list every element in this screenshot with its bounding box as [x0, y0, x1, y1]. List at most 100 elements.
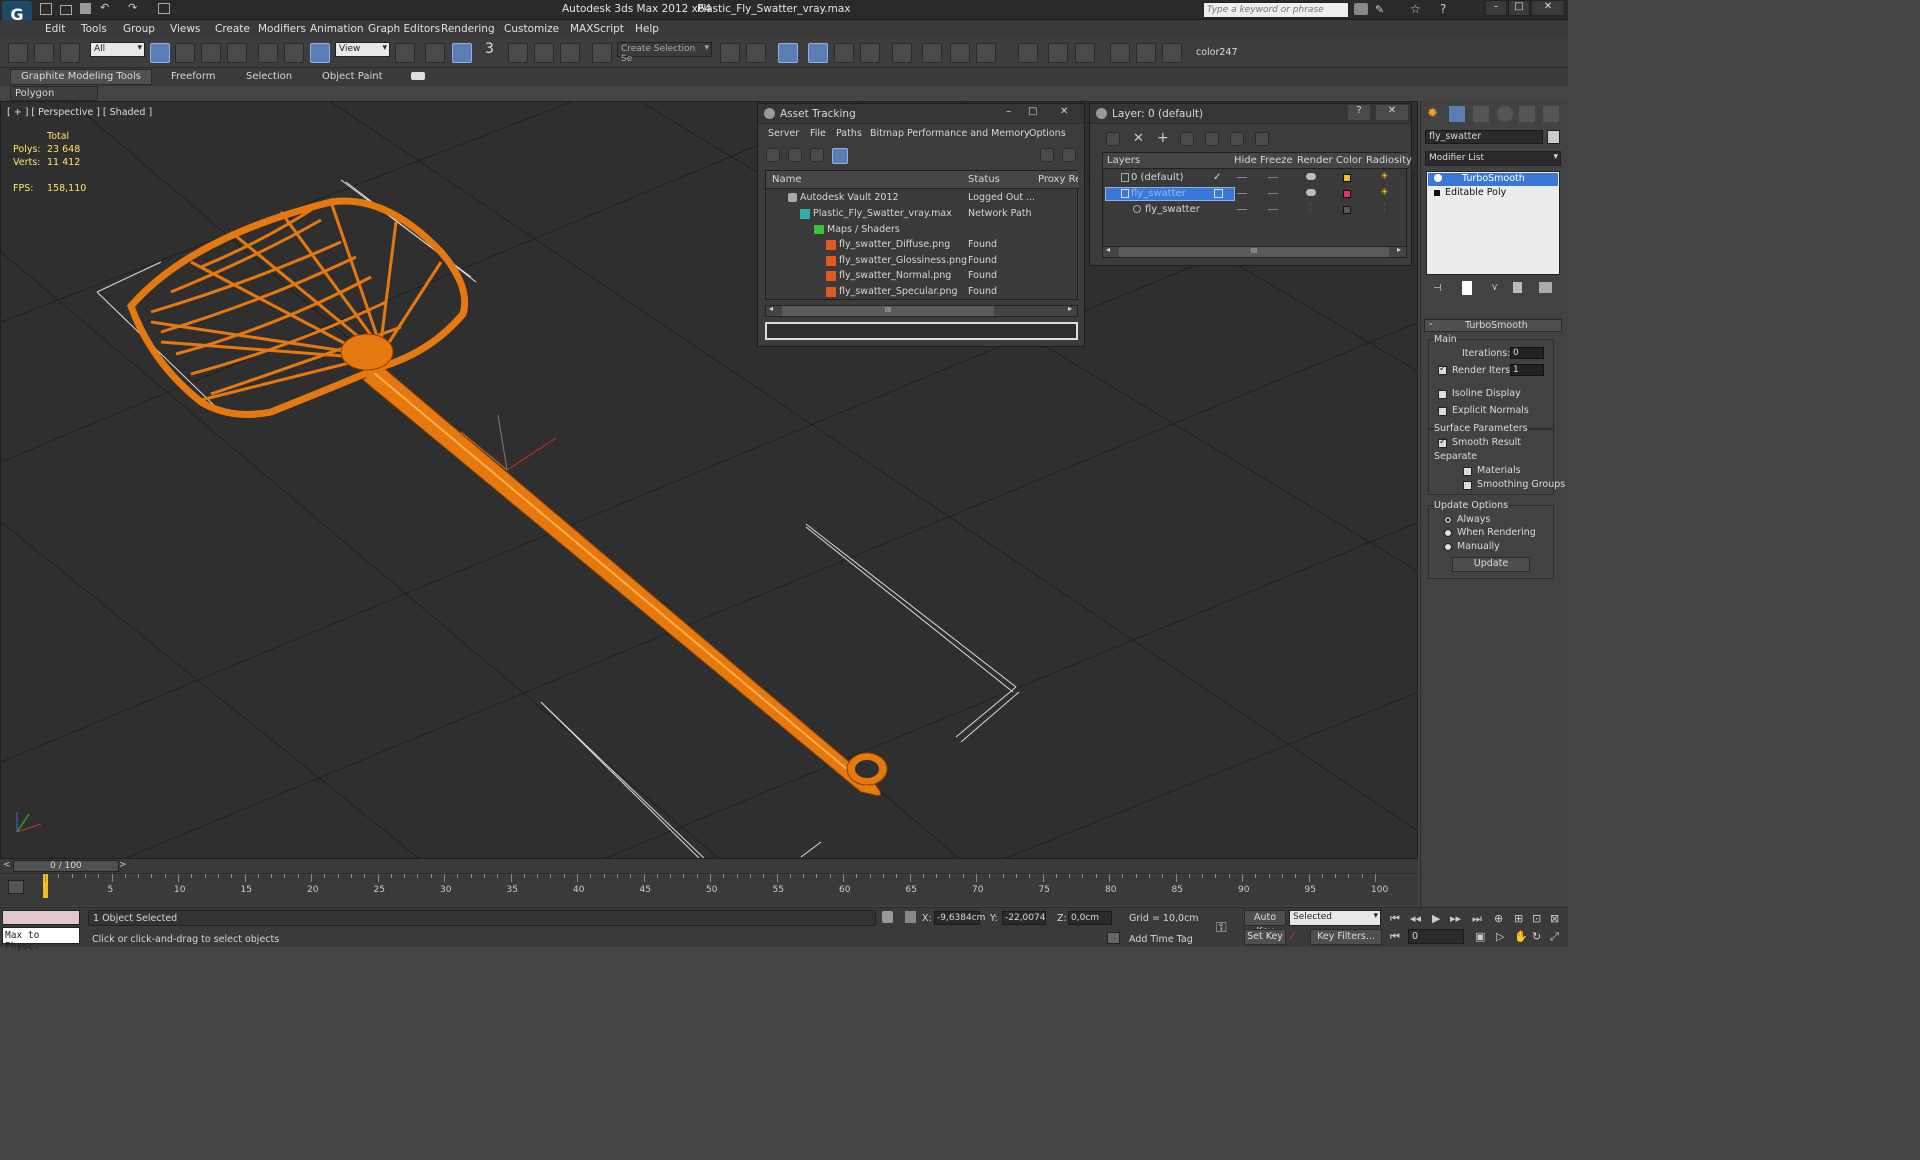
- display-tab-icon[interactable]: [1519, 106, 1535, 122]
- table-row[interactable]: Maps / Shaders: [766, 223, 1079, 239]
- auto-key-button[interactable]: Auto Key: [1244, 910, 1286, 937]
- iterations-spinner[interactable]: 0: [1510, 347, 1544, 359]
- scroll-thumb[interactable]: III: [1119, 247, 1389, 257]
- object-color-swatch[interactable]: [1547, 130, 1560, 144]
- undo-icon[interactable]: ↶: [100, 1, 109, 14]
- graphite-toggle-icon[interactable]: [808, 43, 828, 63]
- table-row[interactable]: Autodesk Vault 2012 Logged Out ...: [766, 191, 1079, 207]
- rectangular-selection-icon[interactable]: [201, 43, 221, 63]
- new-file-icon[interactable]: [40, 3, 52, 15]
- window-crossing-icon[interactable]: [227, 43, 247, 63]
- col-hide[interactable]: Hide: [1234, 155, 1257, 166]
- add-time-tag[interactable]: Add Time Tag: [1129, 934, 1193, 945]
- make-unique-icon[interactable]: ⋎: [1491, 282, 1498, 293]
- rollout-collapse-icon[interactable]: -: [1429, 319, 1433, 330]
- orbit-icon[interactable]: ↻: [1532, 930, 1546, 943]
- select-manipulate-icon[interactable]: [425, 43, 445, 63]
- next-frame-icon[interactable]: >: [119, 860, 127, 870]
- bind-space-warp-icon[interactable]: [60, 43, 80, 63]
- snap-toggle-icon[interactable]: 3: [485, 41, 494, 57]
- layer-color-swatch[interactable]: [1343, 206, 1351, 214]
- rendered-frame-icon[interactable]: [950, 43, 970, 63]
- when-rendering-radio[interactable]: [1444, 529, 1452, 537]
- asset-settings-icon[interactable]: [1062, 148, 1076, 162]
- layer-row[interactable]: fly_swatter ⁚ ⁚: [1103, 203, 1408, 218]
- time-slider-thumb[interactable]: 0 / 100: [13, 860, 119, 872]
- pin-stack-icon[interactable]: ⊣: [1433, 283, 1442, 294]
- menu-tools[interactable]: Tools: [81, 23, 107, 35]
- asset-tracking-titlebar[interactable]: Asset Tracking – □ ✕: [758, 104, 1084, 124]
- freeze-toggle[interactable]: [1268, 193, 1278, 194]
- asset-minimize-icon[interactable]: –: [1006, 106, 1011, 117]
- mini-curve-editor-icon[interactable]: [8, 880, 24, 894]
- zoom-extents-icon[interactable]: ⊡: [1532, 912, 1546, 925]
- layer-row[interactable]: fly_swatter ☀: [1103, 187, 1408, 202]
- field-of-view-icon[interactable]: ▷: [1496, 930, 1510, 943]
- asset-menu-paths[interactable]: Paths: [836, 128, 862, 139]
- layer-manager-icon[interactable]: [778, 43, 798, 63]
- help-icon[interactable]: ?: [1440, 2, 1446, 16]
- lock-selection-icon[interactable]: [882, 911, 893, 923]
- scroll-right-icon[interactable]: ▸: [1068, 304, 1072, 313]
- radiosity-icon[interactable]: ☀: [1380, 187, 1389, 198]
- zoom-all-icon[interactable]: ⊞: [1514, 912, 1528, 925]
- update-button[interactable]: Update: [1452, 557, 1530, 572]
- delete-layer-icon[interactable]: ✕: [1133, 131, 1144, 146]
- ribbon-options-icon[interactable]: [411, 72, 425, 80]
- menu-animation[interactable]: Animation: [310, 23, 364, 35]
- list-view-icon[interactable]: [788, 148, 802, 162]
- scroll-right-icon[interactable]: ▸: [1397, 245, 1401, 254]
- keyframe-back-icon[interactable]: [1110, 43, 1130, 63]
- link-icon[interactable]: [8, 43, 28, 63]
- schematic-view-icon[interactable]: [860, 43, 880, 63]
- col-freeze[interactable]: Freeze: [1260, 155, 1293, 166]
- render-teapot-icon[interactable]: [1306, 173, 1316, 180]
- save-file-icon[interactable]: [80, 3, 91, 14]
- smooth-result-checkbox[interactable]: [1438, 437, 1447, 448]
- layer-color-swatch[interactable]: [1343, 190, 1351, 198]
- manually-radio[interactable]: [1444, 543, 1452, 551]
- close-icon[interactable]: ✕: [1531, 0, 1565, 16]
- radiosity-dots-icon[interactable]: ⁚: [1383, 203, 1386, 212]
- mirror-icon[interactable]: [720, 43, 740, 63]
- current-layer-check-icon[interactable]: ✓: [1213, 172, 1221, 183]
- menu-help[interactable]: Help: [635, 23, 659, 35]
- layer-horizontal-scrollbar[interactable]: ◂ III ▸: [1102, 245, 1407, 258]
- explicit-normals-checkbox[interactable]: [1438, 407, 1447, 416]
- percent-snap-icon[interactable]: [534, 43, 554, 63]
- collapse-icon[interactable]: [1434, 190, 1440, 196]
- hide-toggle[interactable]: [1237, 177, 1247, 178]
- maxscript-mini-listener[interactable]: Max to Physc.: [2, 927, 80, 952]
- scene-states-icon[interactable]: [1018, 43, 1038, 63]
- rollout-header[interactable]: - TurboSmooth: [1424, 319, 1562, 332]
- bulb-icon[interactable]: [1434, 174, 1442, 182]
- physx-icon[interactable]: [1048, 43, 1068, 63]
- absolute-mode-icon[interactable]: [905, 911, 916, 923]
- radiosity-icon[interactable]: ☀: [1380, 171, 1389, 182]
- motion-tab-icon[interactable]: [1497, 106, 1513, 122]
- next-key-icon[interactable]: ▸▸: [1450, 912, 1464, 925]
- configure-sets-icon[interactable]: [1539, 282, 1552, 293]
- layer-help-icon[interactable]: ?: [1348, 105, 1370, 120]
- keyframe-play-icon[interactable]: [1136, 43, 1156, 63]
- asset-maximize-icon[interactable]: □: [1028, 106, 1037, 117]
- menu-modifiers[interactable]: Modifiers: [258, 23, 306, 35]
- current-frame-field[interactable]: 0: [1408, 929, 1464, 944]
- previous-key-icon[interactable]: ◂◂: [1410, 912, 1424, 925]
- col-proxy[interactable]: Proxy Res: [1038, 174, 1078, 185]
- menu-create[interactable]: Create: [215, 23, 250, 35]
- help-search-input[interactable]: [1203, 2, 1349, 18]
- create-layer-icon[interactable]: [1106, 132, 1120, 146]
- create-tab-icon[interactable]: ✹: [1427, 106, 1438, 121]
- col-layers[interactable]: Layers: [1107, 155, 1140, 166]
- minimize-icon[interactable]: –: [1485, 0, 1507, 16]
- time-config-icon[interactable]: ▣: [1475, 930, 1489, 943]
- key-mode-toggle-icon[interactable]: ⏮: [1390, 930, 1404, 943]
- modify-tab-icon[interactable]: [1449, 106, 1465, 122]
- layer-color-swatch[interactable]: [1343, 174, 1351, 182]
- layer-close-icon[interactable]: ✕: [1376, 105, 1408, 120]
- table-view-icon[interactable]: [832, 148, 848, 164]
- add-time-tag-icon[interactable]: [1107, 932, 1120, 944]
- smoothing-groups-checkbox[interactable]: [1463, 481, 1472, 490]
- select-in-layer-icon[interactable]: [1180, 132, 1194, 146]
